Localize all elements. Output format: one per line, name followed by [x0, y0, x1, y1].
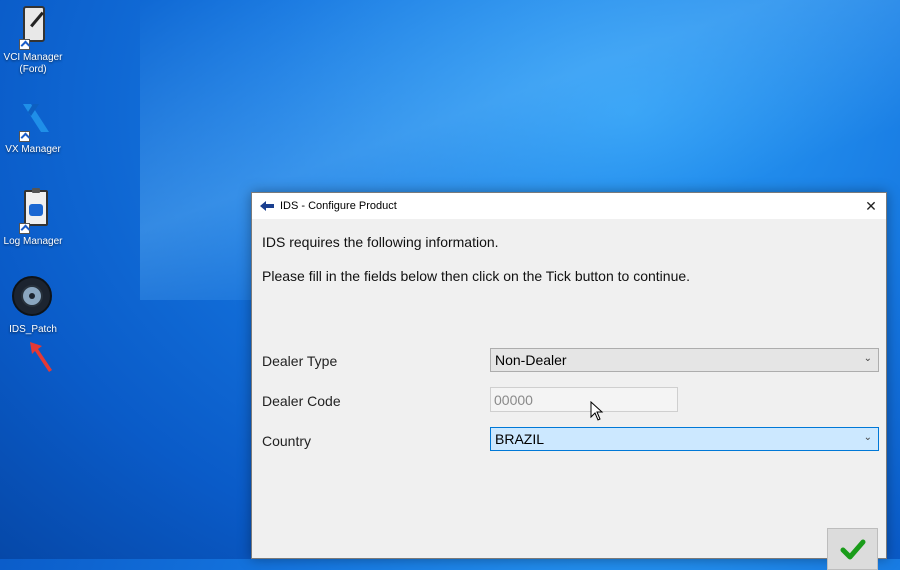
dialog-title: IDS - Configure Product	[280, 200, 397, 212]
desktop-icon-vci-manager[interactable]: VCI Manager (Ford)	[0, 4, 66, 76]
dealer-type-label: Dealer Type	[262, 353, 338, 369]
tick-ok-button[interactable]	[827, 528, 878, 570]
clipboard-icon	[11, 188, 55, 234]
ids-app-icon	[260, 201, 274, 211]
chevron-down-icon: ⌄	[863, 432, 872, 443]
dialog-body: IDS requires the following information. …	[252, 219, 886, 570]
country-label: Country	[262, 433, 312, 449]
dealer-type-value: Non-Dealer	[495, 352, 567, 368]
desktop-icon-label: VCI Manager (Ford)	[3, 52, 63, 75]
red-annotation-arrow-icon	[30, 342, 52, 372]
configure-product-dialog: IDS - Configure Product ✕ IDS requires t…	[251, 192, 887, 570]
shortcut-arrow-icon	[19, 223, 30, 234]
desktop-icon-vx-manager[interactable]: VX Manager	[0, 96, 66, 156]
close-icon: ✕	[865, 197, 877, 214]
desktop-icon-label: VX Manager	[5, 144, 61, 155]
dialog-titlebar[interactable]: IDS - Configure Product ✕	[252, 193, 886, 219]
instruction-message: Please fill in the fields below then cli…	[262, 268, 691, 284]
shortcut-arrow-icon	[19, 39, 30, 50]
dealer-code-label: Dealer Code	[262, 393, 341, 409]
dealer-code-field: 00000	[490, 387, 678, 412]
mouse-cursor-icon	[590, 401, 604, 421]
country-value: BRAZIL	[495, 431, 545, 447]
shortcut-arrow-icon	[19, 131, 30, 142]
info-message: IDS requires the following information.	[262, 234, 499, 250]
close-button[interactable]: ✕	[856, 193, 886, 219]
desktop-icon-log-manager[interactable]: Log Manager	[0, 188, 66, 248]
desktop-icon-ids-patch[interactable]: IDS_Patch	[0, 276, 66, 336]
dealer-type-dropdown[interactable]: Non-Dealer ⌄	[490, 348, 879, 372]
chevron-down-icon: ⌄	[863, 353, 872, 364]
country-dropdown[interactable]: BRAZIL ⌄	[490, 427, 879, 451]
wheel-icon	[11, 276, 55, 320]
desktop-icon-label: IDS_Patch	[9, 324, 57, 335]
checkmark-icon	[840, 539, 865, 560]
tablet-icon	[11, 4, 55, 50]
vx-logo-icon	[11, 96, 55, 142]
desktop-icon-label: Log Manager	[3, 236, 63, 247]
dealer-code-value: 00000	[494, 392, 533, 408]
